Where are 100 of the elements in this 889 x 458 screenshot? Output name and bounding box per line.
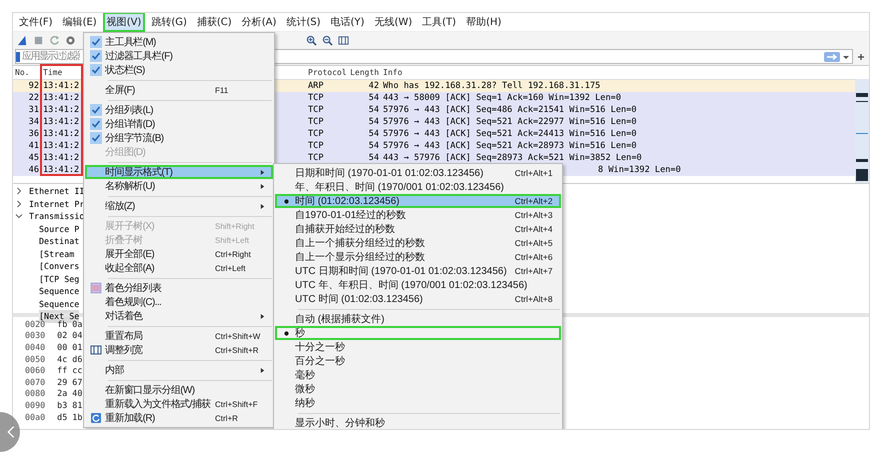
menu-item[interactable]: UTC 日期和时间 (1970-01-01 01:02:03.123456) Ctrl+Alt+7 <box>275 264 561 278</box>
menu-bar-item[interactable]: 跳转(G) <box>147 13 191 32</box>
shortcut-label: Ctrl+Left <box>215 264 246 272</box>
menu-bar-item[interactable]: 工具(T) <box>418 13 460 32</box>
menu-item[interactable]: 重新加载(R) Ctrl+R <box>85 411 273 425</box>
hex-bytes: 02 04 <box>57 330 82 340</box>
menu-item[interactable]: 内部 <box>85 363 273 377</box>
tree-item[interactable]: [Stream <box>39 248 74 260</box>
menu-bar-item[interactable]: 帮助(H) <box>462 13 506 32</box>
menu-item[interactable]: 着色分组列表 <box>85 281 273 295</box>
tree-item[interactable]: Sequence <box>39 285 80 298</box>
tree-item[interactable]: Transmissio <box>13 210 84 222</box>
menu-item[interactable]: 时间 (01:02:03.123456) Ctrl+Alt+2 <box>275 194 561 208</box>
shortcut-label: Ctrl+Alt+4 <box>514 224 554 234</box>
tree-item[interactable]: [Convers <box>39 260 80 272</box>
menu-item[interactable]: 重置布局 Ctrl+Shift+W <box>85 329 273 343</box>
menu-item[interactable]: UTC 时间 (01:02:03.123456) Ctrl+Alt+8 <box>275 292 561 306</box>
column-header[interactable]: Length <box>348 68 379 77</box>
menu-bar-item[interactable]: 捕获(C) <box>192 13 236 32</box>
menu-bar-item[interactable]: 电话(Y) <box>326 13 368 32</box>
menu-item[interactable]: 自动 (根据捕获文件) <box>275 312 561 326</box>
menu-item[interactable]: 自捕获开始经过的秒数 Ctrl+Alt+4 <box>275 222 561 236</box>
menu-item[interactable]: 主工具栏(M) <box>85 35 273 49</box>
menu-item[interactable]: 缩放(Z) <box>85 199 273 213</box>
tree-item[interactable]: Sequence <box>39 298 80 310</box>
table-cell-text: 13:41:2 <box>42 165 80 175</box>
menu-item[interactable]: 自1970-01-01经过的秒数 Ctrl+Alt+3 <box>275 208 561 222</box>
menu-item[interactable]: 重新载入为文件格式/捕获 Ctrl+Shift+F <box>85 397 273 411</box>
bookmark-icon[interactable] <box>16 52 20 62</box>
settings-icon[interactable] <box>65 34 76 46</box>
menu-bar-item[interactable]: 分析(A) <box>238 13 280 32</box>
table-cell-text: 54 <box>368 129 379 139</box>
menu-item[interactable]: 秒 <box>275 326 561 340</box>
restart-icon[interactable] <box>49 34 60 46</box>
menu-item[interactable]: 过滤器工具栏(F) <box>85 49 273 63</box>
menu-item[interactable]: 着色规则(C)... <box>85 295 273 309</box>
tree-item[interactable]: Ethernet II <box>13 185 84 198</box>
plus-icon[interactable] <box>857 52 865 60</box>
table-cell-text: Who has 192.168.31.28? Tell 192.168.31.175 <box>382 81 600 91</box>
table-cell-text: TCP <box>308 105 325 115</box>
hex-bytes: d5 1b <box>57 412 82 422</box>
menu-item[interactable]: 调整列宽 Ctrl+Shift+R <box>85 343 273 357</box>
column-header[interactable]: Protocol <box>308 68 348 77</box>
table-cell-text: 57976 → 443 [ACK] Seq=486 Ack=21541 Win=516 Len=0 <box>382 105 637 115</box>
tree-item[interactable]: Source P <box>39 222 80 235</box>
table-cell-text: 443 → 58009 [ACK] Seq=1 Ack=160 Win=1392 Len=0 <box>382 93 621 103</box>
menu-item[interactable]: 百分之一秒 <box>275 354 561 368</box>
column-header[interactable]: No. <box>13 68 39 77</box>
menu-item[interactable]: 自上一个显示分组经过的秒数 Ctrl+Alt+6 <box>275 250 561 264</box>
tree-item[interactable]: Internet Pr <box>13 198 84 210</box>
hex-bytes: 2a 40 <box>57 388 82 398</box>
tree-item[interactable]: [TCP Seg <box>39 272 80 285</box>
checkmark-icon <box>90 132 102 144</box>
menu-item[interactable]: 分组列表(L) <box>85 103 273 117</box>
table-cell-text: TCP <box>308 117 325 127</box>
menu-item[interactable]: 展开全部(E) Ctrl+Right <box>85 247 273 261</box>
zoom-out-icon[interactable] <box>322 34 333 46</box>
chevron-left-icon <box>7 425 15 439</box>
menu-item[interactable]: 毫秒 <box>275 368 561 382</box>
menu-item[interactable]: 分组详情(D) <box>85 117 273 131</box>
zoom-in-icon[interactable] <box>306 34 317 46</box>
resize-columns-icon[interactable] <box>338 34 349 46</box>
shortcut-label: Ctrl+Alt+3 <box>514 210 554 220</box>
byte-offset: 0060 <box>25 365 46 376</box>
menu-item[interactable]: 微秒 <box>275 382 561 396</box>
shark-fin-icon[interactable] <box>17 34 28 46</box>
menu-bar-item[interactable]: 编辑(E) <box>58 13 101 32</box>
table-cell-text: 13:41:2 <box>42 81 80 91</box>
menu-bar-item[interactable]: 视图(V) <box>102 13 146 32</box>
menu-item[interactable]: 对话着色 <box>85 309 273 323</box>
menu-bar-item[interactable]: 统计(S) <box>282 13 325 32</box>
menu-item[interactable]: 收起全部(A) Ctrl+Left <box>85 261 273 275</box>
menu-item[interactable]: 纳秒 <box>275 396 561 410</box>
menu-bar-item[interactable]: 文件(F) <box>15 13 57 32</box>
menu-item[interactable]: 状态栏(S) <box>85 63 273 77</box>
menu-item[interactable]: UTC 年、年积日、时间 (1970/001 01:02:03.123456) <box>275 278 561 292</box>
menu-bar-item[interactable]: 无线(W) <box>370 13 416 32</box>
shortcut-label: Ctrl+Alt+5 <box>514 238 554 248</box>
menu-item[interactable]: 自上一个捕获分组经过的秒数 Ctrl+Alt+5 <box>275 236 561 250</box>
table-cell-text: 54 <box>368 153 379 163</box>
shortcut-label: Ctrl+Right <box>215 250 252 258</box>
checkmark-icon <box>90 36 102 48</box>
byte-offset: 0050 <box>25 354 46 364</box>
column-header[interactable]: Info <box>379 68 402 77</box>
hex-bytes: 29 67 <box>57 376 82 387</box>
menu-item[interactable]: 年、年积日、时间 (1970/001 01:02:03.123456) <box>275 180 561 194</box>
byte-offset: 0070 <box>25 376 46 387</box>
radio-dot-icon <box>284 330 288 336</box>
scrollbar-minimap[interactable] <box>855 79 869 183</box>
menu-item[interactable]: 时间显示格式(T) <box>85 165 273 179</box>
column-header[interactable]: Time <box>39 68 83 77</box>
table-cell-text: TCP <box>308 93 325 103</box>
table-cell-text: 13:41:2 <box>42 141 80 151</box>
menu-item[interactable]: 在新窗口显示分组(W) <box>85 383 273 397</box>
menu-item[interactable]: 名称解析(U) <box>85 179 273 193</box>
tree-item[interactable]: Destinat <box>39 235 80 248</box>
expanded-caret-icon[interactable] <box>15 212 23 220</box>
menu-item[interactable]: 十分之一秒 <box>275 340 561 354</box>
menu-item[interactable]: 显示小时、分钟和秒 <box>275 416 561 429</box>
shortcut-label: Ctrl+Shift+W <box>215 332 262 340</box>
